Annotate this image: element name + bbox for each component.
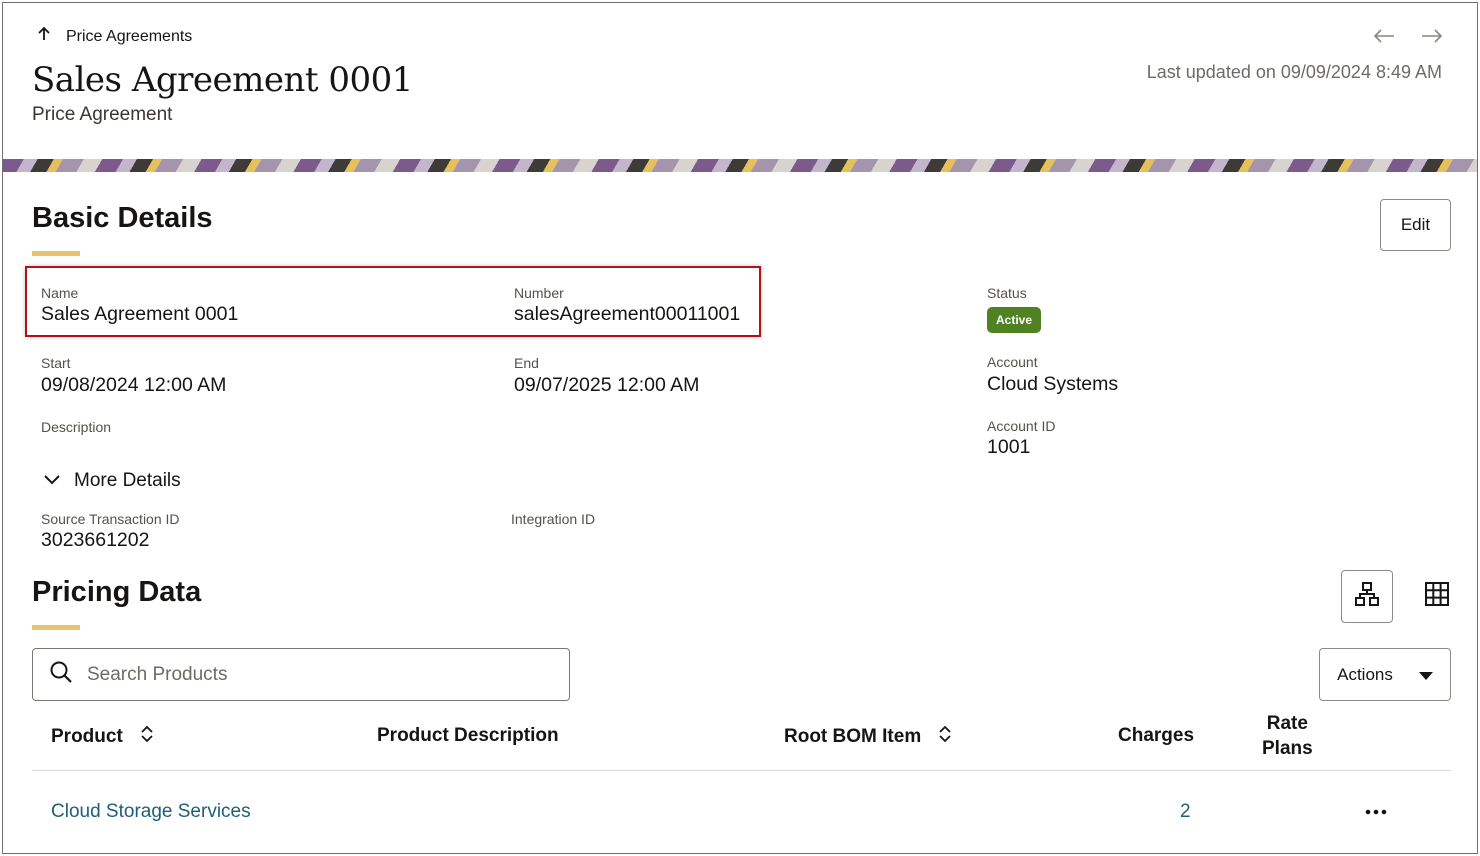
column-header-rate-plans: Rate Plans	[1262, 711, 1313, 761]
arrow-right-icon[interactable]	[1420, 24, 1444, 48]
start-value: 09/08/2024 12:00 AM	[41, 374, 227, 396]
back-link-price-agreements[interactable]: Price Agreements	[36, 26, 192, 47]
column-product-label: Product	[51, 726, 123, 747]
grid-icon	[1424, 581, 1450, 612]
column-root-bom-label: Root BOM Item	[784, 726, 922, 747]
source-transaction-id-label: Source Transaction ID	[41, 511, 180, 527]
column-header-product-description: Product Description	[377, 725, 559, 747]
last-updated-text: Last updated on 09/09/2024 8:49 AM	[1146, 62, 1442, 82]
account-value: Cloud Systems	[987, 373, 1119, 395]
sort-icon[interactable]	[141, 725, 153, 749]
edit-button[interactable]: Edit	[1380, 199, 1451, 251]
arrow-up-icon	[36, 26, 52, 47]
row-product-link[interactable]: Cloud Storage Services	[51, 801, 251, 823]
hierarchy-view-button[interactable]	[1341, 570, 1393, 623]
column-description-label: Product Description	[377, 725, 559, 746]
search-products-box	[32, 648, 570, 701]
hierarchy-icon	[1354, 581, 1380, 612]
search-products-input[interactable]	[87, 663, 547, 686]
table-header-divider	[32, 770, 1451, 771]
more-details-label: More Details	[74, 470, 181, 491]
view-switcher	[1341, 570, 1463, 623]
column-header-root-bom-item[interactable]: Root BOM Item	[784, 725, 951, 749]
status-label: Status	[987, 285, 1027, 301]
arrow-left-icon[interactable]	[1372, 24, 1396, 48]
start-label: Start	[41, 355, 71, 371]
column-rate-plans-line1: Rate	[1266, 713, 1308, 734]
account-label: Account	[987, 354, 1038, 370]
basic-details-title: Basic Details	[32, 202, 213, 234]
actions-label: Actions	[1337, 664, 1393, 684]
page-frame	[2, 2, 1478, 854]
end-value: 09/07/2025 12:00 AM	[514, 374, 700, 396]
description-label: Description	[41, 419, 112, 435]
column-charges-label: Charges	[1118, 725, 1195, 746]
integration-id-label: Integration ID	[511, 511, 596, 527]
search-icon	[49, 660, 73, 689]
chevron-down-icon	[44, 470, 60, 492]
record-navigation	[1372, 24, 1444, 48]
more-details-toggle[interactable]: More Details	[44, 470, 181, 492]
page-title: Sales Agreement 0001	[32, 60, 413, 100]
page-subtitle: Price Agreement	[32, 104, 173, 125]
pricing-data-title: Pricing Data	[32, 576, 202, 608]
end-label: End	[514, 355, 539, 371]
column-rate-plans-line2: Plans	[1262, 738, 1313, 759]
basic-details-accent-bar	[32, 251, 80, 256]
number-value: salesAgreement00011001	[514, 303, 741, 325]
account-id-value: 1001	[987, 436, 1031, 458]
number-label: Number	[514, 285, 564, 301]
decorative-banner	[3, 159, 1477, 172]
status-badge: Active	[987, 307, 1042, 333]
name-label: Name	[41, 285, 79, 301]
column-header-charges: Charges	[1118, 725, 1194, 747]
account-id-label: Account ID	[987, 418, 1056, 434]
highlight-box	[25, 266, 761, 337]
actions-button[interactable]: Actions	[1319, 648, 1451, 701]
more-horizontal-icon[interactable]	[1362, 800, 1390, 824]
back-link-label: Price Agreements	[66, 27, 193, 45]
pricing-data-accent-bar	[32, 625, 80, 630]
caret-down-icon	[1418, 665, 1433, 685]
table-view-button[interactable]	[1411, 570, 1463, 623]
sort-icon[interactable]	[939, 725, 951, 749]
row-charges-link[interactable]: 2	[1180, 801, 1191, 823]
column-header-product[interactable]: Product	[51, 725, 153, 749]
name-value: Sales Agreement 0001	[41, 303, 239, 325]
source-transaction-id-value: 3023661202	[41, 529, 150, 551]
